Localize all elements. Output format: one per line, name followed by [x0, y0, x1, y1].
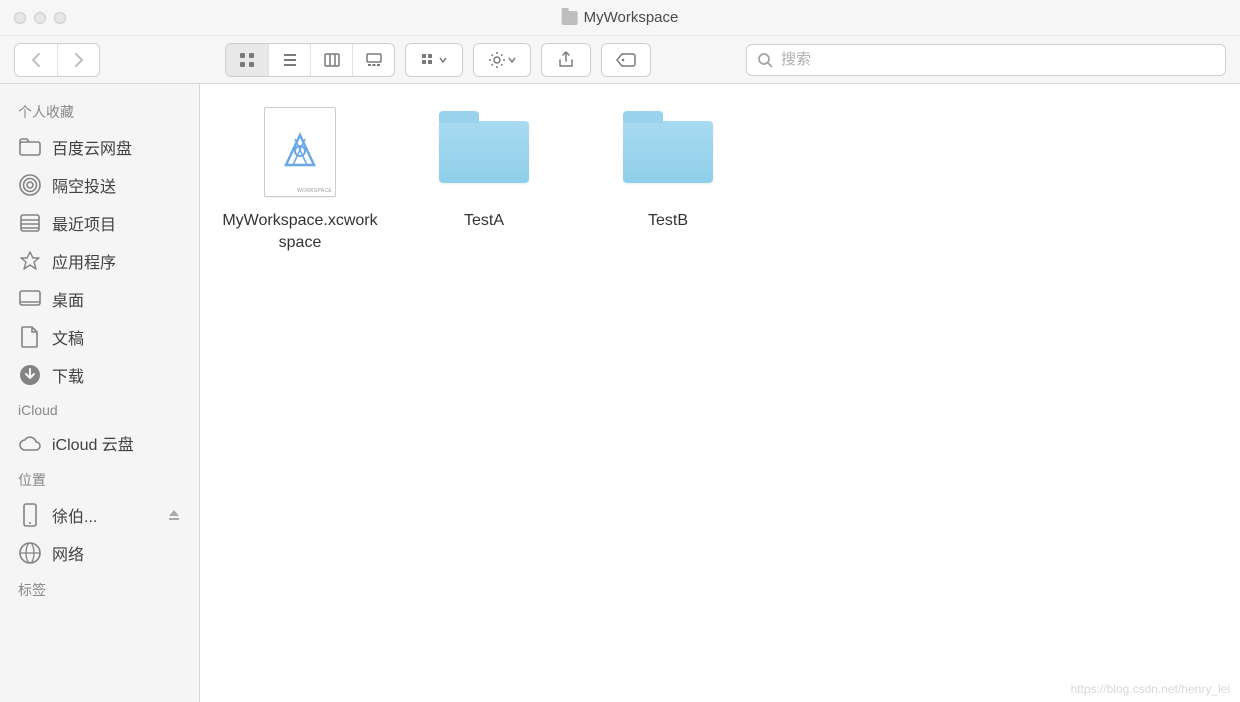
- gallery-view-button[interactable]: [352, 44, 394, 76]
- file-item-folder-testb[interactable]: TestB: [588, 102, 748, 232]
- sidebar-item-label: 百度云网盘: [52, 135, 132, 159]
- desktop-icon: [18, 287, 42, 311]
- sidebar-item-label: 网络: [52, 541, 84, 565]
- file-item-folder-testa[interactable]: TestA: [404, 102, 564, 232]
- xcworkspace-icon: [250, 102, 350, 202]
- sidebar-item-label: 桌面: [52, 287, 84, 311]
- sidebar-item-label: 隔空投送: [52, 173, 116, 197]
- main: 个人收藏 百度云网盘 隔空投送 最近项目 应用程序 桌面 文稿 下载: [0, 84, 1240, 702]
- sidebar-item-applications[interactable]: 应用程序: [0, 242, 199, 280]
- downloads-icon: [18, 363, 42, 387]
- search-box[interactable]: [746, 44, 1226, 76]
- airdrop-icon: [18, 173, 42, 197]
- sidebar-item-airdrop[interactable]: 隔空投送: [0, 166, 199, 204]
- documents-icon: [18, 325, 42, 349]
- recents-icon: [18, 211, 42, 235]
- close-button[interactable]: [14, 12, 26, 24]
- titlebar: MyWorkspace: [0, 0, 1240, 36]
- sidebar-item-downloads[interactable]: 下载: [0, 356, 199, 394]
- sidebar: 个人收藏 百度云网盘 隔空投送 最近项目 应用程序 桌面 文稿 下载: [0, 84, 200, 702]
- cloud-icon: [18, 431, 42, 455]
- network-icon: [18, 541, 42, 565]
- sidebar-item-icloud-drive[interactable]: iCloud 云盘: [0, 424, 199, 462]
- file-name: TestA: [464, 210, 504, 232]
- group-by-button-group: [405, 43, 463, 77]
- file-item-xcworkspace[interactable]: MyWorkspace.xcworkspace: [220, 102, 380, 253]
- minimize-button[interactable]: [34, 12, 46, 24]
- back-button[interactable]: [15, 44, 57, 76]
- sidebar-section-icloud: iCloud: [0, 394, 199, 424]
- view-mode-buttons: [225, 43, 395, 77]
- folder-icon: [18, 135, 42, 159]
- sidebar-item-documents[interactable]: 文稿: [0, 318, 199, 356]
- window-title: MyWorkspace: [562, 9, 679, 26]
- sidebar-item-desktop[interactable]: 桌面: [0, 280, 199, 318]
- tags-button[interactable]: [602, 44, 650, 76]
- watermark: https://blog.csdn.net/henry_lei: [1071, 682, 1230, 696]
- sidebar-item-baidu-drive[interactable]: 百度云网盘: [0, 128, 199, 166]
- sidebar-section-favorites: 个人收藏: [0, 94, 199, 128]
- sidebar-item-label: 最近项目: [52, 211, 116, 235]
- action-button[interactable]: [474, 44, 530, 76]
- content-area[interactable]: MyWorkspace.xcworkspace TestA TestB http…: [200, 84, 1240, 702]
- column-view-button[interactable]: [310, 44, 352, 76]
- sidebar-item-recents[interactable]: 最近项目: [0, 204, 199, 242]
- icon-view-button[interactable]: [226, 44, 268, 76]
- sidebar-item-label: 文稿: [52, 325, 84, 349]
- sidebar-section-locations: 位置: [0, 462, 199, 496]
- forward-button[interactable]: [57, 44, 99, 76]
- sidebar-item-label: 应用程序: [52, 249, 116, 273]
- share-button-group: [541, 43, 591, 77]
- maximize-button[interactable]: [54, 12, 66, 24]
- sidebar-item-label: 下载: [52, 363, 84, 387]
- folder-icon: [618, 102, 718, 202]
- file-name: MyWorkspace.xcworkspace: [220, 210, 380, 253]
- list-view-button[interactable]: [268, 44, 310, 76]
- nav-buttons: [14, 43, 100, 77]
- toolbar: [0, 36, 1240, 84]
- action-button-group: [473, 43, 531, 77]
- sidebar-section-tags: 标签: [0, 572, 199, 606]
- traffic-lights: [0, 12, 66, 24]
- sidebar-item-label: iCloud 云盘: [52, 431, 134, 455]
- search-input[interactable]: [781, 51, 1215, 68]
- applications-icon: [18, 249, 42, 273]
- file-name: TestB: [648, 210, 688, 232]
- sidebar-item-label: 徐伯...: [52, 503, 97, 527]
- sidebar-item-network[interactable]: 网络: [0, 534, 199, 572]
- folder-icon: [434, 102, 534, 202]
- tags-button-group: [601, 43, 651, 77]
- sidebar-item-device[interactable]: 徐伯...: [0, 496, 199, 534]
- share-button[interactable]: [542, 44, 590, 76]
- device-icon: [18, 503, 42, 527]
- search-icon: [757, 52, 773, 68]
- folder-icon: [562, 11, 578, 25]
- window-title-text: MyWorkspace: [584, 9, 679, 26]
- group-by-button[interactable]: [406, 44, 462, 76]
- eject-icon[interactable]: [167, 508, 181, 522]
